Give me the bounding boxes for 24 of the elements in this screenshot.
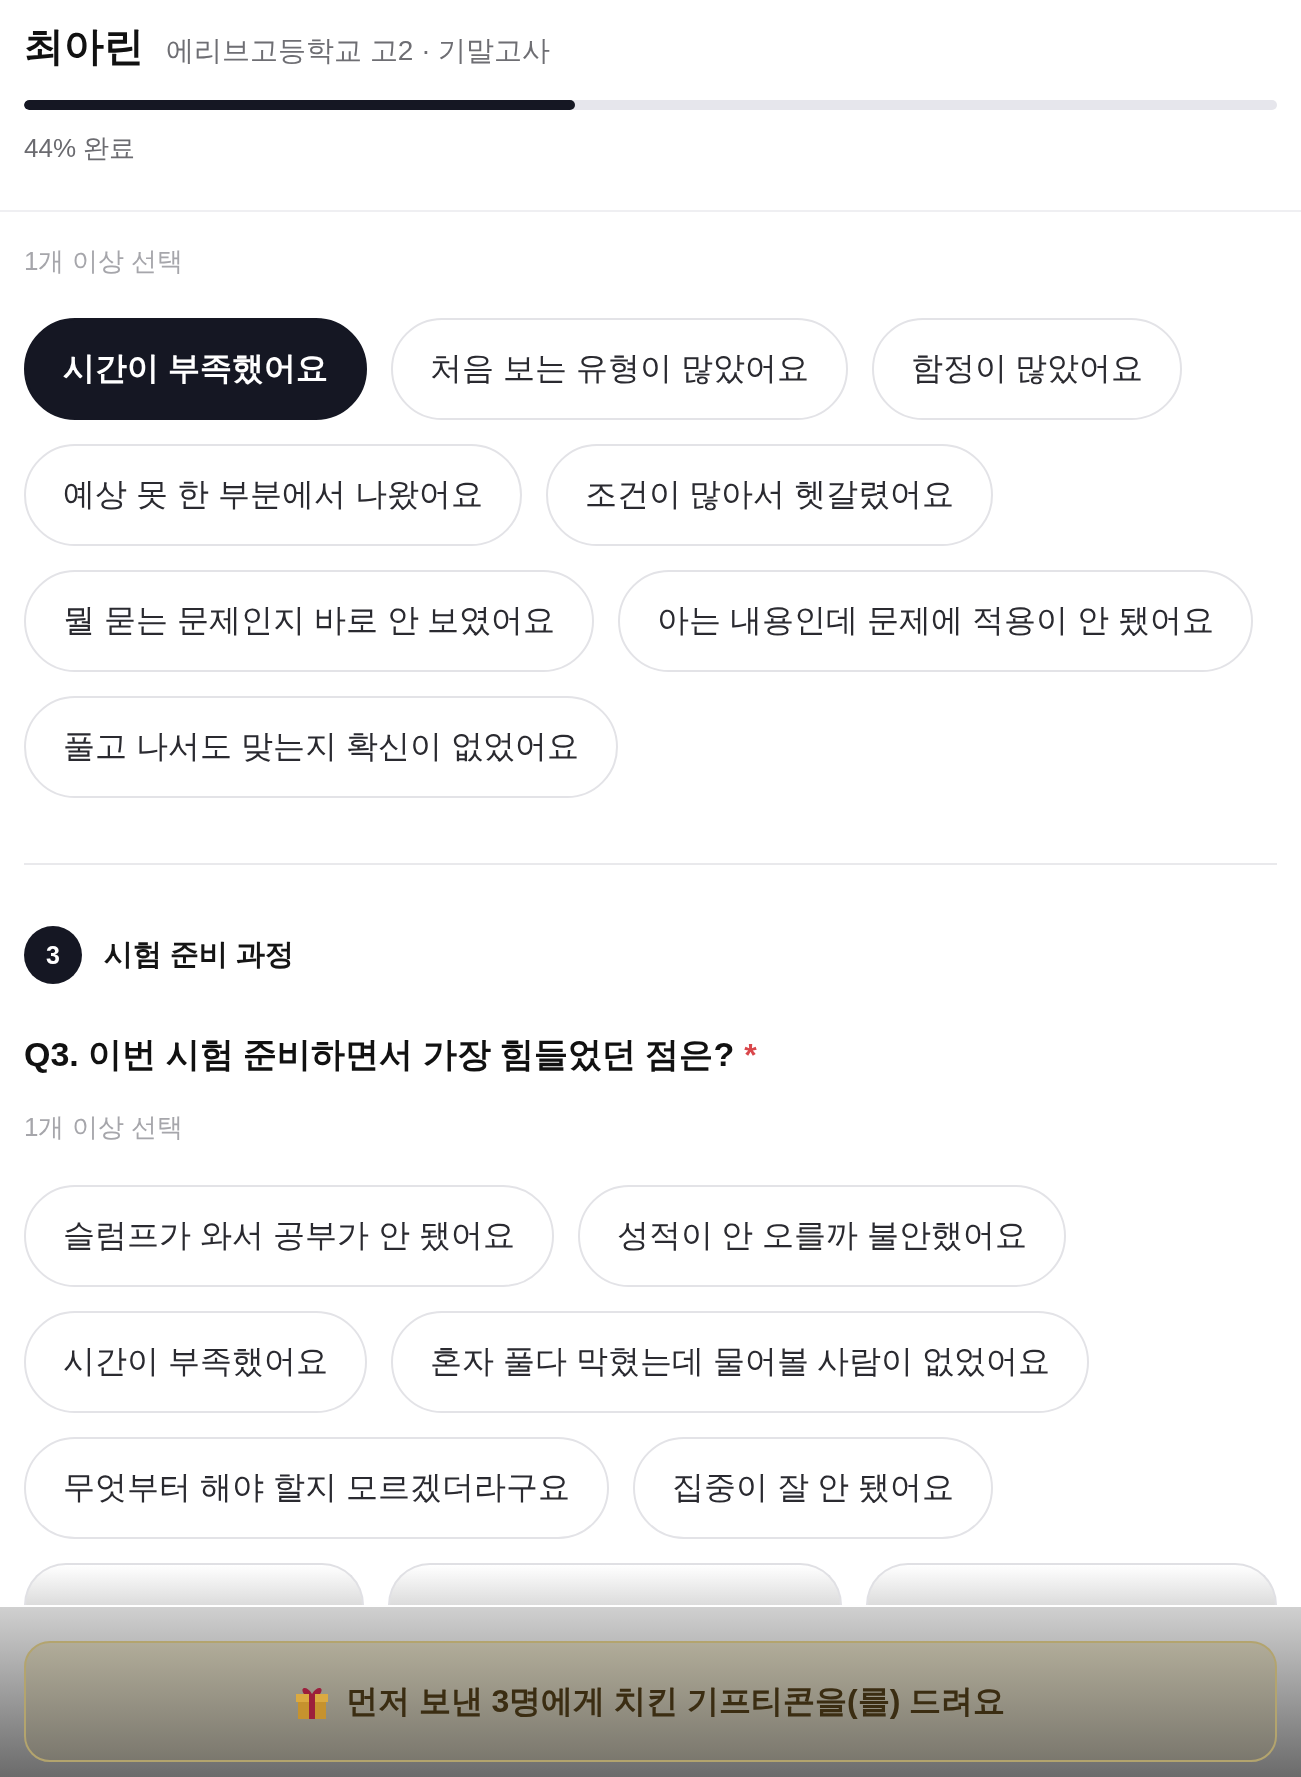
student-name: 최아린 — [24, 23, 144, 70]
option-chip[interactable]: 예상 못 한 부분에서 나왔어요 — [24, 444, 522, 546]
option-chip[interactable]: 함정이 많았어요 — [871, 318, 1183, 420]
section-number: 3 — [24, 926, 82, 984]
option-chip[interactable]: 무엇부터 해야 할지 모르겠더라구요 — [24, 1437, 609, 1539]
option-chip[interactable]: 시간이 부족했어요 — [24, 318, 367, 420]
option-chip[interactable]: 혼자 풀다 막혔는데 물어볼 사람이 없었어요 — [390, 1311, 1090, 1413]
option-chip[interactable]: 시간이 부족했어요 — [24, 1311, 367, 1413]
option-chip[interactable]: 처음 보는 유형이 많았어요 — [390, 318, 848, 420]
option-chip[interactable]: 조건이 많아서 헷갈렸어요 — [545, 444, 994, 546]
progress-label: 44% 완료 — [24, 132, 136, 165]
selection-hint: 1개 이상 선택 — [24, 245, 183, 278]
option-chip[interactable]: 성적이 안 오를까 불안했어요 — [577, 1185, 1067, 1287]
required-mark: * — [744, 1036, 757, 1075]
option-chip[interactable]: 풀고 나서도 맞는지 확신이 없었어요 — [24, 696, 618, 798]
question-title: Q3. 이번 시험 준비하면서 가장 힘들었던 점은? — [24, 1034, 735, 1075]
option-chip[interactable]: 집중이 잘 안 됐어요 — [632, 1437, 994, 1539]
option-chip[interactable]: 뭘 묻는 문제인지 바로 안 보였어요 — [24, 570, 595, 672]
gift-promo-button[interactable]: 먼저 보낸 3명에게 치킨 기프티콘을(를) 드려요 — [24, 1641, 1277, 1762]
exam-subtitle: 에리브고등학교 고2 · 기말고사 — [166, 34, 551, 68]
selection-hint: 1개 이상 선택 — [24, 1111, 183, 1144]
option-chip[interactable]: 아는 내용인데 문제에 적용이 안 됐어요 — [618, 570, 1253, 672]
section-title: 시험 준비 과정 — [104, 937, 295, 972]
option-chip[interactable]: 슬럼프가 와서 공부가 안 됐어요 — [24, 1185, 554, 1287]
